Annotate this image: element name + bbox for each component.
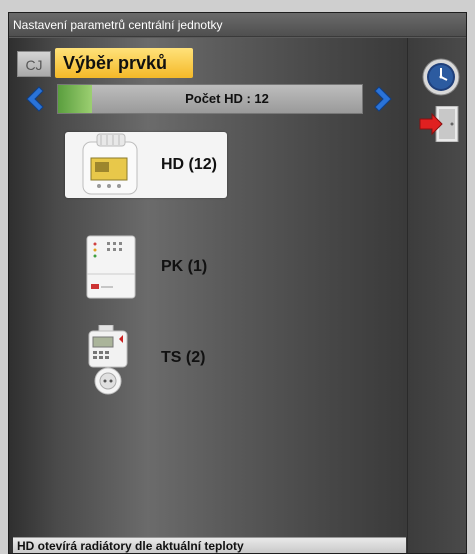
device-item-ts[interactable]: TS (2) (65, 324, 227, 395)
thermostat-head-icon (79, 132, 149, 198)
exit-door-icon[interactable] (418, 105, 460, 143)
count-bar: Počet HD : 12 (57, 84, 363, 114)
section-title: Výběr prvků (55, 48, 193, 78)
side-panel (407, 38, 466, 553)
device-count: Počet HD : 12 (185, 91, 269, 106)
device-item-hd[interactable]: HD (12) (65, 132, 227, 198)
device-item-pk[interactable]: PK (1) (65, 234, 227, 300)
device-navigator: Počet HD : 12 (17, 82, 401, 116)
smart-socket-icon (79, 324, 149, 395)
device-label-hd: HD (12) (161, 156, 218, 173)
control-panel-icon (79, 234, 149, 300)
cj-button[interactable]: CJ (17, 51, 51, 77)
progress-indicator (58, 85, 92, 113)
content-area: CJ Výběr prvků Počet HD : 12 HD (12) PK … (9, 38, 407, 553)
chevron-right-icon[interactable] (367, 82, 401, 116)
clock-icon[interactable] (422, 58, 460, 96)
main-window: Nastavení parametrů centrální jednotky C… (8, 12, 467, 554)
device-label-pk: PK (1) (161, 258, 208, 275)
status-bar: HD otevírá radiátory dle aktuální teplot… (13, 537, 406, 553)
device-label-ts: TS (2) (161, 349, 206, 366)
chevron-left-icon[interactable] (17, 82, 51, 116)
window-title: Nastavení parametrů centrální jednotky (9, 13, 466, 37)
